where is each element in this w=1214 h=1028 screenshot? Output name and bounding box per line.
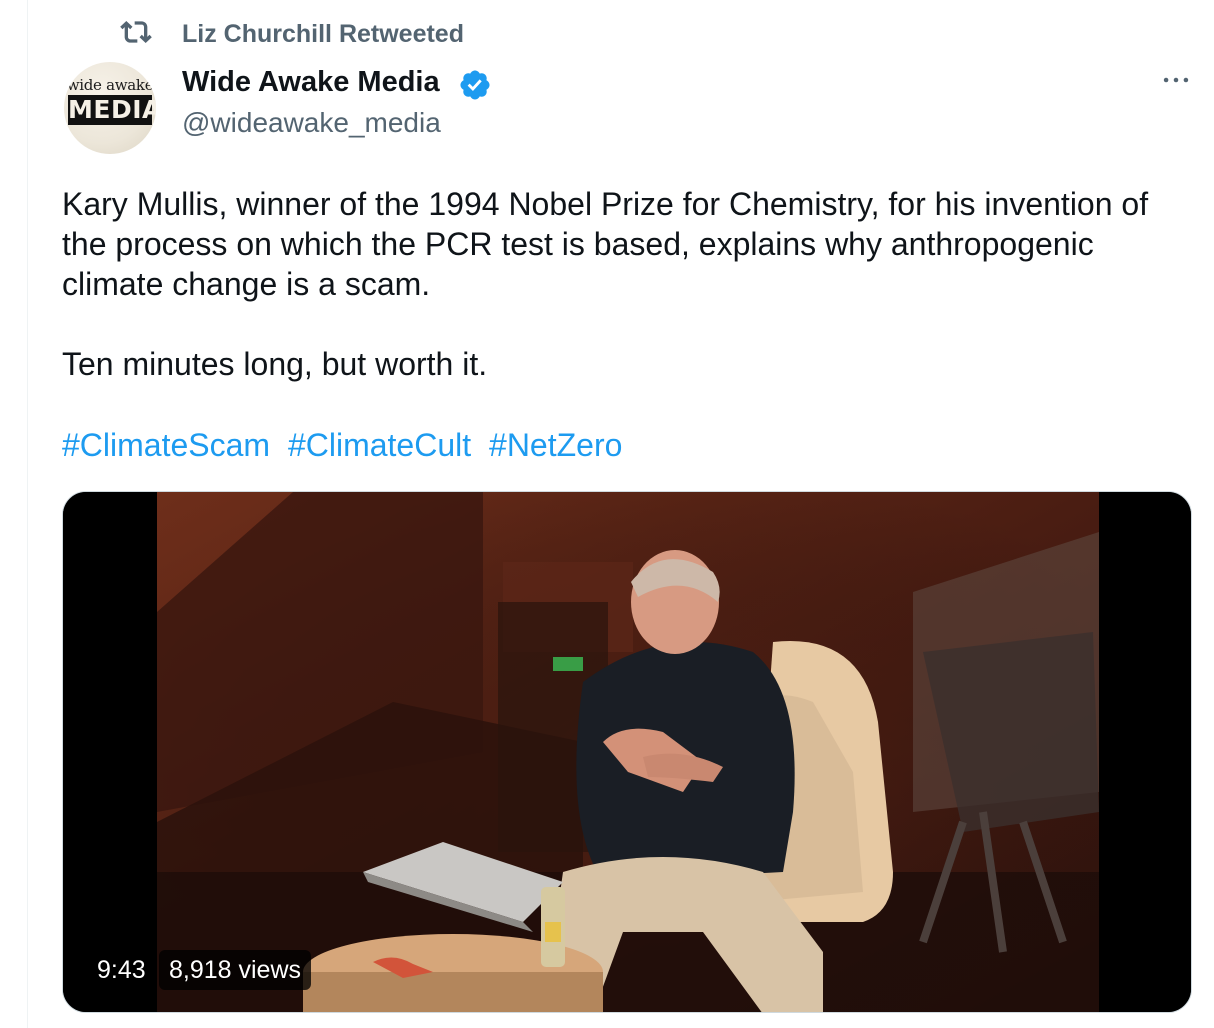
video-player[interactable]: 9:43 8,918 views bbox=[62, 491, 1192, 1013]
verified-badge-icon[interactable] bbox=[458, 68, 492, 102]
avatar-logo-line2: MEDIA bbox=[68, 95, 156, 125]
video-view-count: 8,918 views bbox=[159, 950, 312, 990]
hashtag-link[interactable]: #NetZero bbox=[489, 427, 622, 463]
tweet-paragraph: Ten minutes long, but worth it. bbox=[62, 346, 488, 382]
tweet-page: Liz Churchill Retweeted wide awake MEDIA… bbox=[0, 0, 1214, 1028]
more-options-icon bbox=[1159, 63, 1193, 102]
tweet-paragraph: Kary Mullis, winner of the 1994 Nobel Pr… bbox=[62, 186, 1149, 302]
hashtag-list: #ClimateScam #ClimateCult #NetZero bbox=[62, 425, 631, 465]
retweet-icon bbox=[120, 16, 152, 53]
tweet-text: Kary Mullis, winner of the 1994 Nobel Pr… bbox=[62, 184, 1192, 384]
retweet-label: Liz Churchill Retweeted bbox=[182, 19, 464, 48]
author-name[interactable]: Wide Awake Media bbox=[182, 66, 440, 99]
more-options-button[interactable] bbox=[1156, 62, 1196, 102]
video-frame bbox=[63, 492, 1191, 1012]
retweet-context[interactable]: Liz Churchill Retweeted bbox=[120, 18, 464, 50]
hashtag-link[interactable]: #ClimateCult bbox=[288, 427, 471, 463]
author-handle[interactable]: @wideawake_media bbox=[182, 107, 441, 139]
video-duration: 9:43 bbox=[87, 950, 156, 990]
avatar-logo-line1: wide awake bbox=[66, 76, 154, 94]
timeline-border bbox=[27, 0, 28, 1028]
hashtag-link[interactable]: #ClimateScam bbox=[62, 427, 270, 463]
author-avatar[interactable]: wide awake MEDIA bbox=[64, 62, 156, 154]
